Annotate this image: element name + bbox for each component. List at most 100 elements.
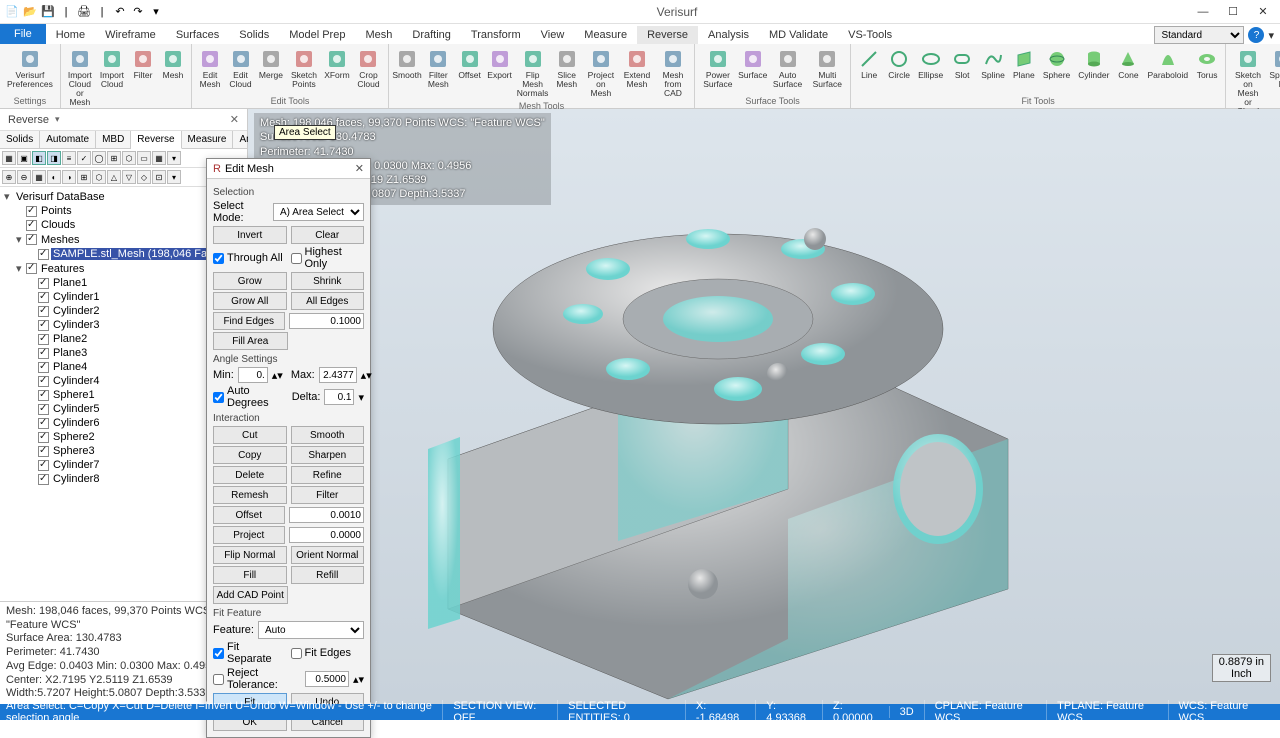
ptool-btn[interactable]: ⊞ [107,151,121,165]
ribbon-torus[interactable]: Torus [1193,46,1221,95]
tree-checkbox[interactable] [38,362,49,373]
ribbon-spline[interactable]: Spline [978,46,1008,95]
tab-home[interactable]: Home [46,26,95,44]
panel-close-icon[interactable]: ✕ [230,113,239,126]
ribbon-multis[interactable]: Multi Surface [808,46,846,95]
rejecttol-checkbox[interactable]: Reject Tolerance: [213,667,301,691]
ribbon-xform[interactable]: XForm [323,46,351,95]
tree-label[interactable]: Plane2 [51,333,89,345]
tree-checkbox[interactable] [26,263,37,274]
ribbon-surface[interactable]: Surface [739,46,767,95]
findedges-button[interactable]: Find Edges [213,312,285,330]
tree-label[interactable]: Plane1 [51,277,89,289]
offset-input[interactable] [289,507,365,523]
tab-analysis[interactable]: Analysis [698,26,759,44]
tree-checkbox[interactable] [38,320,49,331]
ptool-btn[interactable]: ◑ [62,170,76,184]
ptool-btn[interactable]: ◐ [47,170,61,184]
tab-modelprep[interactable]: Model Prep [279,26,355,44]
qat-save[interactable]: 💾 [40,4,56,20]
ribbon-paraboloid[interactable]: Paraboloid [1144,46,1191,95]
dialog-close-icon[interactable]: ✕ [355,162,364,175]
ribbon-offset[interactable]: Offset [456,46,484,100]
smooth-button[interactable]: Smooth [291,426,365,444]
ptool-btn[interactable]: ⬡ [122,151,136,165]
ptool-btn[interactable]: ◨ [47,151,61,165]
tab-vstools[interactable]: VS-Tools [838,26,902,44]
highest-only-checkbox[interactable]: Highest Only [291,246,365,270]
tab-drafting[interactable]: Drafting [402,26,461,44]
tree-checkbox[interactable] [26,234,37,245]
tree-toggle-icon[interactable]: ▾ [16,262,26,275]
tree-checkbox[interactable] [38,249,49,260]
offset-button[interactable]: Offset [213,506,285,524]
max-input[interactable] [319,367,357,383]
view-standard-select[interactable]: Standard [1154,26,1244,44]
tree-label[interactable]: Meshes [39,234,82,246]
copy-button[interactable]: Copy [213,446,287,464]
project-input[interactable] [289,527,365,543]
maximize-button[interactable]: ☐ [1220,4,1246,20]
status-wcs[interactable]: WCS: Feature WCS [1168,700,1274,724]
ribbon-slice[interactable]: Slice Mesh [552,46,582,100]
tree-checkbox[interactable] [38,306,49,317]
minimize-button[interactable]: — [1190,4,1216,20]
ribbon-cone[interactable]: Cone [1114,46,1142,95]
fillarea-button[interactable]: Fill Area [213,332,288,350]
ptool-btn[interactable]: ⊕ [2,170,16,184]
through-all-checkbox[interactable]: Through All [213,252,287,264]
qat-print[interactable]: 🖨 [76,4,92,20]
ribbon-plane[interactable]: Plane [1010,46,1038,95]
flipnormal-button[interactable]: Flip Normal [213,546,287,564]
addcadpoint-button[interactable]: Add CAD Point [213,586,288,604]
tree-checkbox[interactable] [38,404,49,415]
tree-label[interactable]: Sphere1 [51,389,97,401]
tree-label[interactable]: Cylinder7 [51,459,101,471]
tab-file[interactable]: File [0,24,46,44]
panel-dock-icon[interactable]: ▾ [55,114,60,125]
ribbon-sketchpts[interactable]: Sketch Points [287,46,321,95]
tab-surfaces[interactable]: Surfaces [166,26,229,44]
tree-label[interactable]: Features [39,263,86,275]
qat-open[interactable]: 📂 [22,4,38,20]
ribbon-editcloud[interactable]: Edit Cloud [226,46,255,95]
status-tplane[interactable]: TPLANE: Feature WCS [1046,700,1167,724]
cut-button[interactable]: Cut [213,426,287,444]
tree-label[interactable]: Cylinder1 [51,291,101,303]
spin-icon[interactable]: ▾ [358,391,364,404]
ribbon-filterm[interactable]: Filter Mesh [423,46,454,100]
ptool-btn[interactable]: ⊖ [17,170,31,184]
ptool-btn[interactable]: ▾ [167,151,181,165]
tree-checkbox[interactable] [38,348,49,359]
tree-toggle-icon[interactable]: ▾ [16,233,26,246]
refine-button[interactable]: Refine [291,466,365,484]
shrink-button[interactable]: Shrink [291,272,365,290]
status-mode[interactable]: 3D [889,706,924,718]
ptool-btn[interactable]: ✓ [77,151,91,165]
delta-input[interactable] [324,389,354,405]
tree-label[interactable]: Cylinder6 [51,417,101,429]
ribbon-cylinder[interactable]: Cylinder [1075,46,1112,95]
tab-mdvalidate[interactable]: MD Validate [759,26,838,44]
spin-icon[interactable]: ▴▾ [353,673,364,686]
delete-button[interactable]: Delete [213,466,287,484]
tree-label[interactable]: SAMPLE.stl_Mesh (198,046 Faces) [51,248,230,260]
tree-checkbox[interactable] [38,460,49,471]
ribbon-sketchmc[interactable]: Sketch on Mesh or Cloud [1230,46,1266,118]
tree-label[interactable]: Verisurf DataBase [14,191,107,203]
fitedges-checkbox[interactable]: Fit Edges [291,647,365,659]
tree-label[interactable]: Cylinder3 [51,319,101,331]
tab-reverse[interactable]: Reverse [637,26,698,44]
tree-label[interactable]: Plane4 [51,361,89,373]
ptool-btn[interactable]: ▦ [2,151,16,165]
tree-checkbox[interactable] [38,278,49,289]
tree-checkbox[interactable] [38,334,49,345]
status-section[interactable]: SECTION VIEW: OFF [442,700,557,724]
ribbon-merge[interactable]: Merge [257,46,285,95]
ribbon-editmesh[interactable]: Edit Mesh [196,46,224,95]
ptool-btn[interactable]: ◧ [32,151,46,165]
ribbon-flip[interactable]: Flip Mesh Normals [516,46,550,100]
dialog-titlebar[interactable]: R Edit Mesh ✕ [207,159,370,179]
tree-label[interactable]: Sphere2 [51,431,97,443]
filter-button[interactable]: Filter [291,486,365,504]
